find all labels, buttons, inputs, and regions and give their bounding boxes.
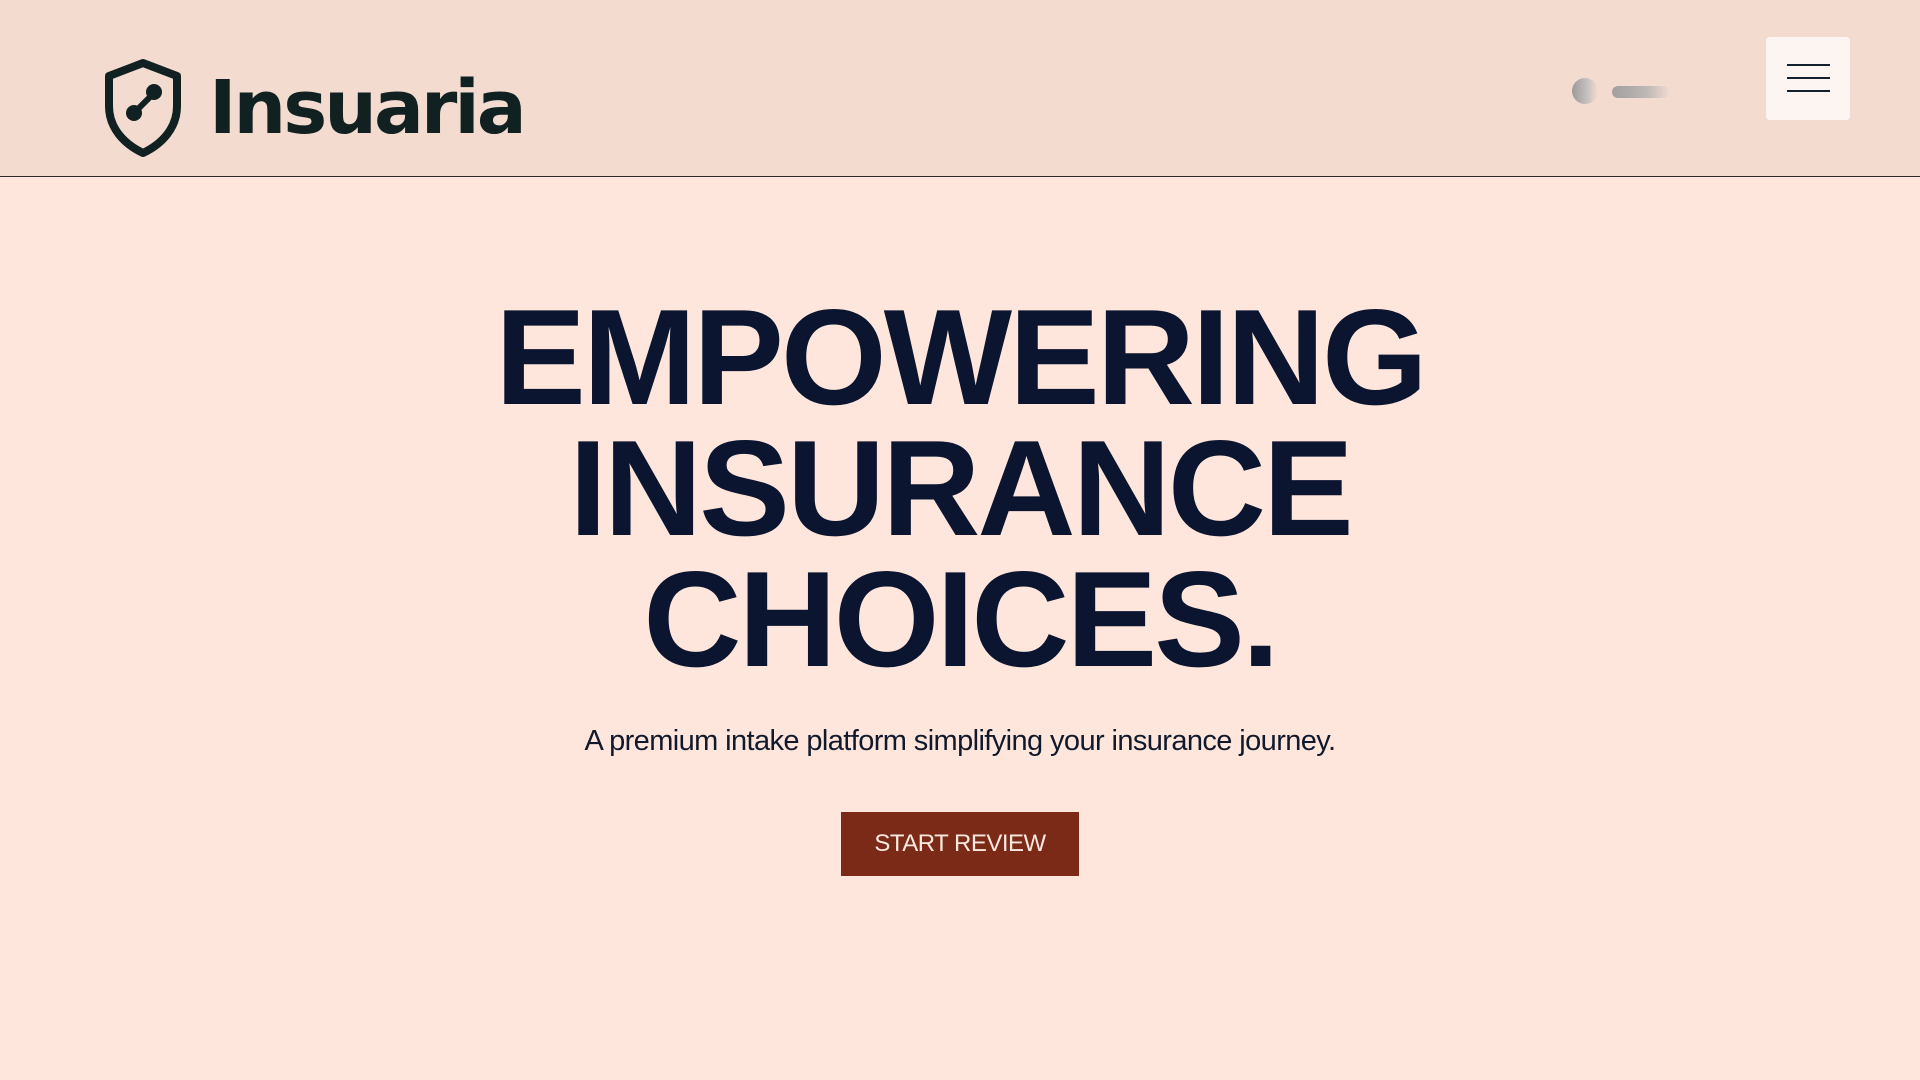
hero-subtitle: A premium intake platform simplifying yo… [584,725,1336,757]
headline-line-3: CHOICES. [643,543,1279,695]
headline-line-2: INSURANCE [569,412,1354,564]
loading-dot [1572,78,1598,104]
hamburger-line [1787,90,1830,92]
loading-bar [1612,86,1670,98]
shield-network-icon [105,59,181,157]
hamburger-menu-icon [1787,64,1830,66]
hamburger-line [1787,77,1830,79]
start-review-button[interactable]: START REVIEW [841,812,1079,876]
hero-headline: EMPOWERING INSURANCE CHOICES. [0,281,1920,695]
site-header: Insuaria [0,0,1920,177]
hero-section: EMPOWERING INSURANCE CHOICES. A premium … [0,177,1920,876]
menu-button[interactable] [1766,37,1850,120]
brand-logo-link[interactable]: Insuaria [101,56,527,160]
headline-line-1: EMPOWERING [495,281,1428,433]
brand-name: Insuaria [209,65,527,151]
loading-indicator [1572,78,1672,106]
